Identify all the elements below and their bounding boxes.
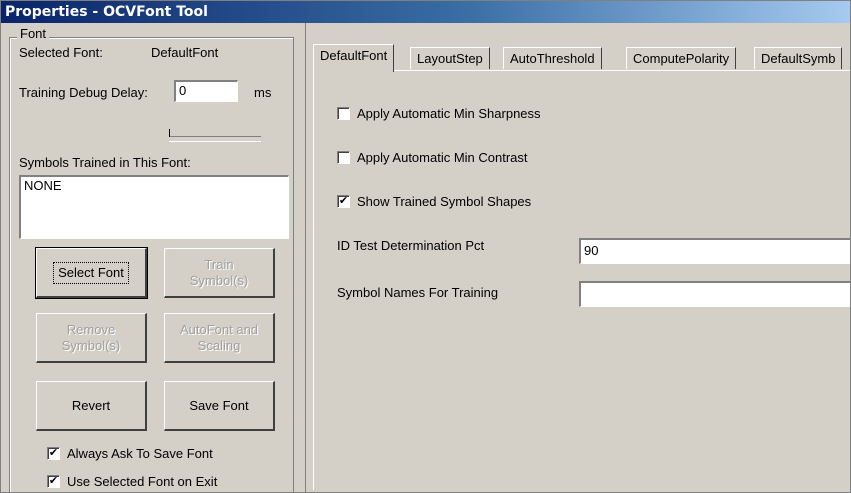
- remove-symbols-button[interactable]: Remove Symbol(s): [36, 313, 147, 363]
- min-contrast-checkbox[interactable]: [337, 151, 350, 164]
- selected-font-label: Selected Font:: [19, 45, 103, 60]
- select-font-label: Select Font: [53, 261, 129, 284]
- min-sharpness-checkbox[interactable]: [337, 107, 350, 120]
- tab-computepolarity[interactable]: ComputePolarity: [626, 47, 737, 69]
- tab-defaultfont[interactable]: DefaultFont: [313, 44, 395, 72]
- train-symbols-label-1: Train: [204, 256, 234, 272]
- properties-window: Properties - OCVFont Tool Font Selected …: [0, 0, 851, 493]
- use-selected-label: Use Selected Font on Exit: [67, 474, 218, 489]
- tab-panel: DefaultFont LayoutStep AutoThreshold Com…: [307, 23, 850, 492]
- symbols-trained-label: Symbols Trained in This Font:: [19, 155, 191, 170]
- select-font-button[interactable]: Select Font: [35, 247, 148, 299]
- window-title[interactable]: Properties - OCVFont Tool: [1, 1, 850, 23]
- min-contrast-label: Apply Automatic Min Contrast: [357, 150, 528, 165]
- show-shapes-row[interactable]: ✔ Show Trained Symbol Shapes: [337, 194, 531, 209]
- font-group-legend: Font: [17, 26, 50, 41]
- min-contrast-row[interactable]: Apply Automatic Min Contrast: [337, 150, 528, 165]
- slider-thumb[interactable]: [169, 129, 170, 137]
- use-selected-checkbox-row[interactable]: ✔ Use Selected Font on Exit: [47, 474, 217, 489]
- tab-defaultsymb[interactable]: DefaultSymb: [754, 47, 843, 69]
- defaultfont-tab-page: [313, 70, 850, 490]
- always-ask-label: Always Ask To Save Font: [67, 446, 213, 461]
- min-sharpness-row[interactable]: Apply Automatic Min Sharpness: [337, 106, 541, 121]
- train-symbols-label-2: Symbol(s): [189, 272, 249, 288]
- selected-font-value: DefaultFont: [151, 45, 219, 60]
- autofont-label-2: Scaling: [197, 337, 241, 353]
- remove-symbols-label-2: Symbol(s): [61, 337, 121, 353]
- symbols-trained-list[interactable]: NONE: [19, 175, 289, 239]
- symbol-names-input[interactable]: [579, 281, 850, 307]
- autofont-label-1: AutoFont and: [179, 321, 259, 337]
- revert-button[interactable]: Revert: [36, 381, 147, 431]
- debug-delay-input[interactable]: 0: [174, 80, 238, 102]
- id-test-label: ID Test Determination Pct: [337, 238, 485, 253]
- autofont-scaling-button[interactable]: AutoFont and Scaling: [164, 313, 275, 363]
- debug-delay-label: Training Debug Delay:: [19, 85, 148, 100]
- use-selected-checkbox[interactable]: ✔: [47, 475, 60, 488]
- save-font-button[interactable]: Save Font: [164, 381, 275, 431]
- remove-symbols-label-1: Remove: [66, 321, 116, 337]
- debug-delay-unit: ms: [254, 85, 272, 100]
- id-test-input[interactable]: 90: [579, 238, 850, 264]
- min-sharpness-label: Apply Automatic Min Sharpness: [357, 106, 541, 121]
- tab-layoutstep[interactable]: LayoutStep: [410, 47, 490, 69]
- show-shapes-checkbox[interactable]: ✔: [337, 195, 350, 208]
- font-panel: Font Selected Font: DefaultFont Training…: [1, 23, 306, 492]
- train-symbols-button[interactable]: Train Symbol(s): [164, 248, 275, 298]
- always-ask-checkbox-row[interactable]: ✔ Always Ask To Save Font: [47, 446, 213, 461]
- show-shapes-label: Show Trained Symbol Shapes: [357, 194, 532, 209]
- tab-autothreshold[interactable]: AutoThreshold: [503, 47, 602, 69]
- always-ask-checkbox[interactable]: ✔: [47, 447, 60, 460]
- symbol-names-label: Symbol Names For Training: [337, 285, 499, 300]
- debug-delay-slider[interactable]: [169, 129, 261, 142]
